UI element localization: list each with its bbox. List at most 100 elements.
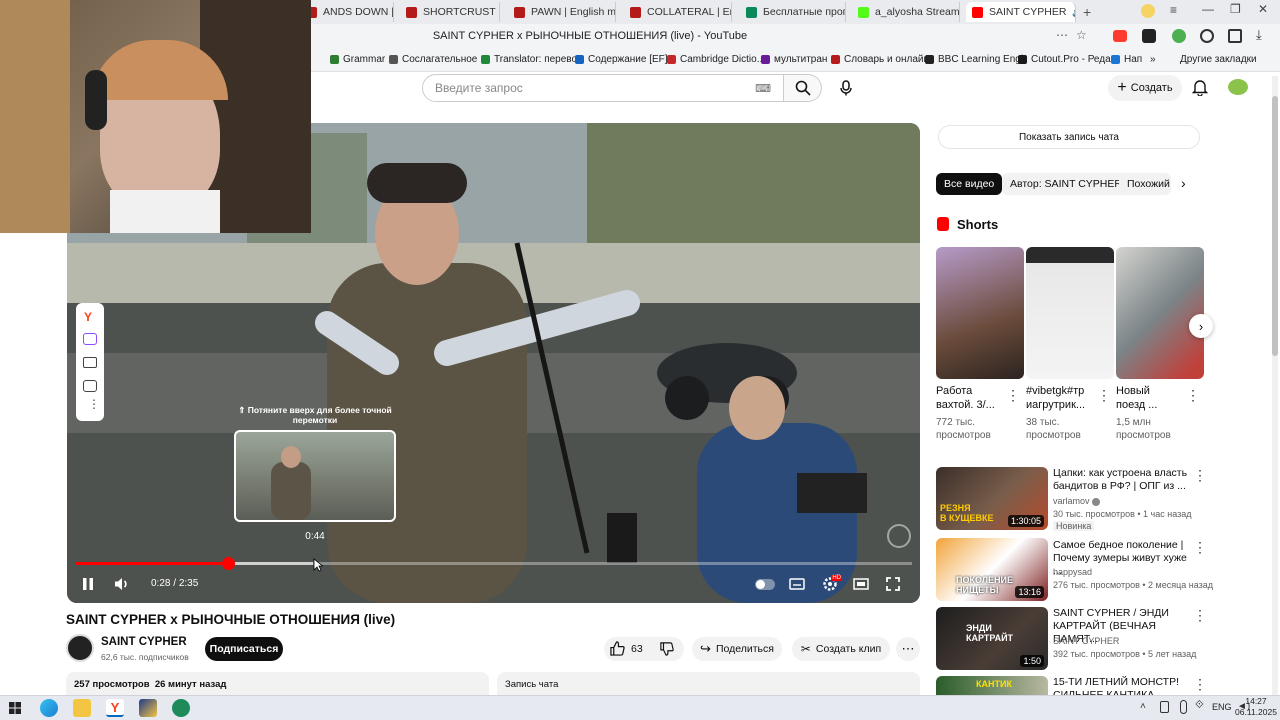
browser-tab[interactable]: COLLATERAL | Englis [624, 2, 732, 22]
video-channel[interactable]: SAINT CYPHER [1053, 636, 1119, 646]
extension-icon[interactable] [1142, 29, 1156, 43]
shorts-next-button[interactable]: › [1189, 314, 1213, 338]
windows-start-icon[interactable] [9, 702, 21, 717]
more-vertical-icon[interactable]: ⋮ [88, 398, 100, 410]
media-icon[interactable] [1200, 29, 1214, 43]
browser-tab[interactable]: SHORTCRUST PASTR [400, 2, 500, 22]
new-tab-button[interactable]: + [1083, 4, 1091, 20]
theater-mode-button[interactable] [852, 575, 870, 593]
chip-author[interactable]: Автор: SAINT CYPHER [1002, 173, 1130, 195]
fullscreen-button[interactable] [884, 575, 902, 593]
video-menu-icon[interactable]: ⋮ [1193, 676, 1207, 693]
extensions-icon[interactable] [1228, 29, 1242, 43]
share-button[interactable]: ↪ Поделиться [692, 637, 782, 661]
subtitles-button[interactable] [788, 575, 806, 593]
close-window-icon[interactable]: ✕ [1258, 2, 1268, 16]
app-icon[interactable] [139, 699, 157, 717]
bookmark-item[interactable]: Содержание [EF] [575, 54, 668, 65]
browser-tab[interactable]: PAWN | English mea [508, 2, 616, 22]
search-input[interactable]: Введите запрос ⌨ [422, 74, 784, 102]
video-title[interactable]: Цапки: как устроена власть бандитов в РФ… [1053, 467, 1193, 493]
summary-icon[interactable] [83, 380, 97, 392]
video-menu-icon[interactable]: ⋮ [1193, 467, 1207, 484]
edge-icon[interactable] [40, 699, 58, 717]
more-icon[interactable]: ⋯ [1056, 28, 1068, 42]
more-actions-button[interactable]: ⋯ [896, 637, 920, 661]
short-thumbnail[interactable] [936, 247, 1024, 379]
bookmark-item[interactable]: Словарь и онлайн [831, 54, 929, 65]
video-menu-icon[interactable]: ⋮ [1193, 607, 1207, 624]
short-title[interactable]: #vibetgk#тр иагрутрик... [1026, 384, 1085, 412]
short-title[interactable]: Работа вахтой. 3/... [936, 384, 995, 412]
channel-name[interactable]: SAINT CYPHER [101, 636, 187, 648]
bookmark-item[interactable]: Сослагательное ... [389, 54, 488, 65]
keyboard-icon[interactable]: ⌨ [755, 82, 771, 95]
extension-vpn-icon[interactable] [1172, 29, 1186, 43]
usb-icon[interactable] [1160, 701, 1169, 713]
clip-button[interactable]: ✂ Создать клип [792, 637, 890, 661]
yandex-browser-icon[interactable]: Y [106, 699, 124, 717]
chat-record-box[interactable]: Запись чата [497, 672, 920, 696]
browser-tab[interactable]: Бесплатные програм [740, 2, 846, 22]
volume-button[interactable] [112, 575, 132, 593]
short-menu-icon[interactable]: ⋮ [1097, 387, 1111, 404]
video-thumbnail[interactable]: ЭНДИ КАРТРАЙТ 1:50 [936, 607, 1048, 670]
short-thumbnail[interactable] [1116, 247, 1204, 379]
avatar[interactable] [1228, 79, 1248, 95]
subtitles-translate-icon[interactable] [83, 357, 97, 368]
progress-bar[interactable] [75, 557, 912, 570]
settings-button[interactable]: HD [820, 575, 842, 593]
video-thumbnail[interactable]: РЕЗНЯ В КУЩЕВКЕ 1:30:05 [936, 467, 1048, 530]
tray-chevron-icon[interactable]: ˄ [1140, 701, 1146, 712]
description-box[interactable]: 257 просмотров 26 минут назад [66, 672, 489, 696]
bookmark-item[interactable]: BBC Learning Engl [925, 54, 1023, 65]
file-explorer-icon[interactable] [73, 699, 91, 717]
restore-icon[interactable]: ❐ [1230, 2, 1241, 16]
tab-list-icon[interactable]: ≡ [1170, 3, 1177, 17]
audio-icon[interactable]: 🔊 [1072, 8, 1075, 17]
notifications-button[interactable] [1191, 78, 1209, 99]
bookmarks-more-button[interactable]: » [1150, 54, 1156, 65]
video-thumbnail[interactable]: КАНТИК [936, 676, 1048, 695]
browser-tab[interactable]: a_alyosha Stream - W [852, 2, 960, 22]
video-channel[interactable]: happysad [1053, 567, 1092, 577]
autoplay-toggle[interactable] [755, 579, 775, 590]
short-menu-icon[interactable]: ⋮ [1006, 387, 1020, 404]
dislike-button[interactable] [660, 642, 674, 659]
bookmark-item[interactable]: Translator: перевод [481, 54, 583, 65]
browser-tab[interactable]: SAINT CYPHER🔊✕ [966, 2, 1076, 22]
clock[interactable]: 14:27 06.11.2025 [1232, 696, 1280, 718]
extension-youtube-icon[interactable] [1113, 30, 1127, 42]
bookmark-item[interactable]: Grammar [330, 54, 385, 65]
bookmark-icon[interactable]: ☆ [1076, 28, 1087, 42]
other-bookmarks-folder[interactable]: Другие закладки [1180, 54, 1257, 65]
minimize-icon[interactable]: — [1202, 2, 1214, 16]
video-thumbnail[interactable]: ПОКОЛЕНИЕ НИЩЕТЫ 13:16 [936, 538, 1048, 601]
video-menu-icon[interactable]: ⋮ [1193, 539, 1207, 556]
channel-avatar[interactable] [66, 634, 94, 662]
create-button[interactable]: + Создать [1108, 75, 1182, 101]
input-language[interactable]: ENG [1212, 702, 1232, 712]
yandex-logo-icon[interactable]: Y [84, 310, 92, 324]
short-thumbnail[interactable] [1026, 247, 1114, 379]
pause-button[interactable] [79, 575, 97, 593]
app-icon[interactable] [172, 699, 190, 717]
browser-tab[interactable]: ANDS DOWN | Engl [300, 2, 394, 22]
search-button[interactable] [784, 74, 822, 102]
bookmark-item[interactable]: Нап [1111, 54, 1142, 65]
show-chat-button[interactable]: Показать запись чата [938, 125, 1200, 149]
language-icon[interactable]: ⟐ [1195, 699, 1204, 712]
short-title[interactable]: Новый поезд ... [1116, 384, 1157, 412]
bookmark-item[interactable]: Cutout.Pro - Реда [1018, 54, 1111, 65]
chips-next-icon[interactable]: › [1181, 175, 1186, 191]
video-title[interactable]: 15-ТИ ЛЕТНИЙ МОНСТР! СИЛЬНЕЕ КАНТИКА [1053, 676, 1193, 695]
voice-search-button[interactable] [833, 76, 859, 100]
bookmark-item[interactable]: Cambridge Dictio... [667, 54, 765, 65]
alice-icon[interactable] [83, 333, 97, 345]
scrollbar[interactable] [1272, 76, 1278, 695]
chip-all[interactable]: Все видео [936, 173, 1003, 195]
download-icon[interactable]: ⤓ [1256, 27, 1262, 43]
subscribe-button[interactable]: Подписаться [205, 637, 283, 661]
bookmark-item[interactable]: мультитран [761, 54, 827, 65]
profile-icon[interactable] [1141, 4, 1155, 18]
